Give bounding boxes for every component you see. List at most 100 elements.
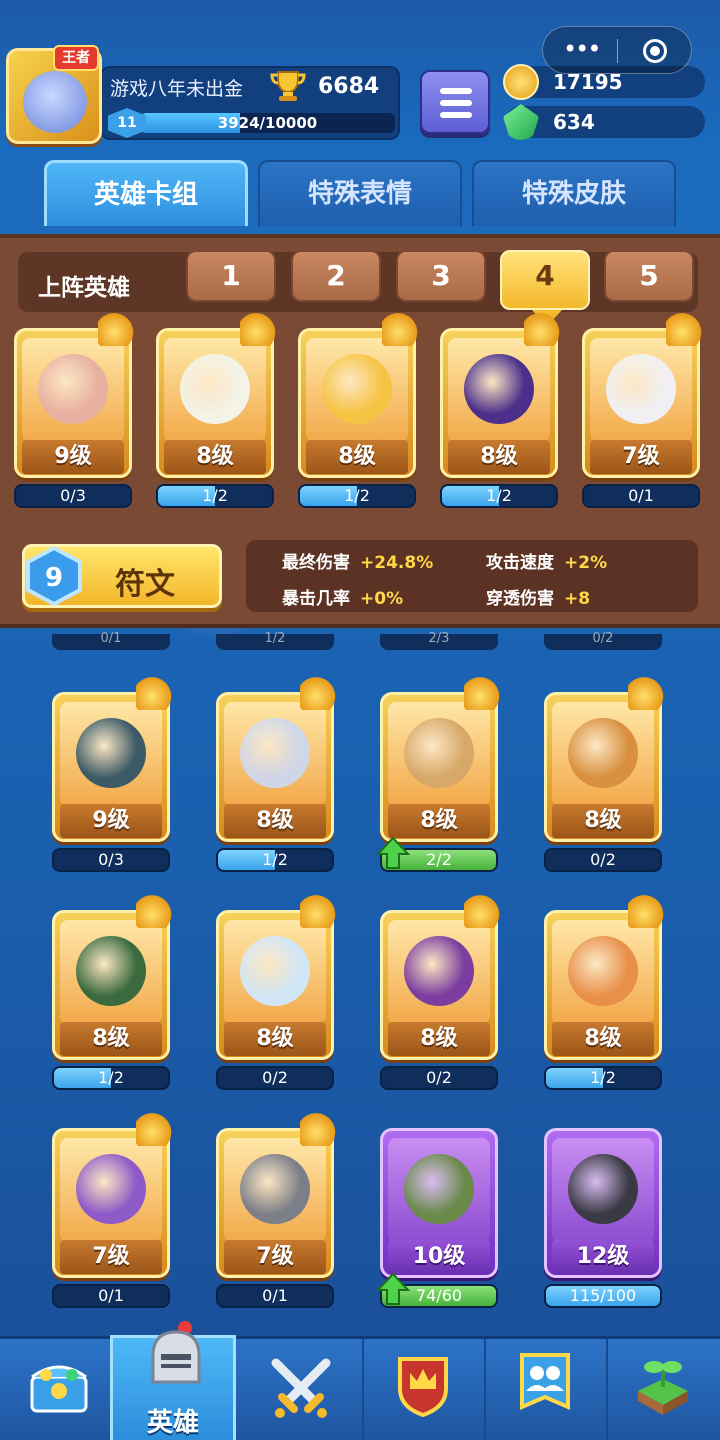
stat-value: +0% <box>360 589 404 609</box>
flame-ornament-icon <box>628 676 668 710</box>
avatar-portrait <box>23 71 87 133</box>
hero-level: 8级 <box>388 1022 490 1056</box>
card-progress-bar: 0/2 <box>216 1066 334 1090</box>
flame-ornament-icon <box>98 312 138 346</box>
knight-helmet-icon <box>151 1321 201 1384</box>
upgrade-arrow-icon <box>375 836 411 870</box>
card-progress-bar: 0/1 <box>582 484 700 508</box>
tab-hero-deck[interactable]: 英雄卡组 <box>44 160 248 226</box>
xp-text: 3924/10000 <box>217 114 318 132</box>
progress-text: 1/2 <box>344 486 370 505</box>
progress-text: 1/2 <box>262 850 288 869</box>
hero-level: 8级 <box>60 1022 162 1056</box>
menu-button[interactable] <box>420 70 490 134</box>
tab-special-emotes[interactable]: 特殊表情 <box>258 160 462 226</box>
nav-label: 英雄 <box>146 1408 199 1438</box>
crossed-swords-icon <box>271 1358 331 1418</box>
capsule-divider <box>617 39 618 63</box>
card-progress-bar: 0/3 <box>52 848 170 872</box>
progress-text: 0/1 <box>628 486 654 505</box>
card-progress-bar: 1/2 <box>544 1066 662 1090</box>
nav-rank[interactable] <box>364 1339 486 1440</box>
nav-battle[interactable] <box>242 1339 364 1440</box>
svg-text:9: 9 <box>45 563 63 593</box>
stat-value: +8 <box>564 589 591 609</box>
hero-portrait <box>568 718 638 788</box>
progress-text: 0/2 <box>262 1068 288 1087</box>
collection-hero-card[interactable]: 12级 <box>538 1112 668 1278</box>
deck-slot-4[interactable]: 4 <box>500 250 590 326</box>
flame-ornament-icon <box>464 894 504 928</box>
collection-hero-card[interactable]: 10级 <box>374 1112 504 1278</box>
deck-hero-card[interactable]: 8级 <box>150 312 280 478</box>
hero-portrait <box>606 354 676 424</box>
nav-garden[interactable] <box>608 1339 720 1440</box>
progress-text: 0/2 <box>590 850 616 869</box>
nav-social[interactable] <box>486 1339 608 1440</box>
hero-portrait <box>322 354 392 424</box>
deck-slot-1[interactable]: 1 <box>186 250 276 302</box>
card-progress-bar: 1/2 <box>440 484 558 508</box>
partial-progress: 0/1 <box>52 632 170 650</box>
gem-value: 634 <box>553 110 595 134</box>
player-avatar[interactable]: 王者 <box>6 45 102 144</box>
deck-slot-3[interactable]: 3 <box>396 250 486 302</box>
collection-hero-card[interactable]: 7级 <box>210 1112 340 1278</box>
flame-ornament-icon <box>666 312 706 346</box>
stat-penetration-damage: 穿透伤害 +8 <box>486 584 590 609</box>
partial-progress: 0/2 <box>544 632 662 650</box>
hero-level: 8级 <box>388 804 490 838</box>
flame-ornament-icon <box>300 894 340 928</box>
deck-hero-card[interactable]: 8级 <box>434 312 564 478</box>
collection-hero-card[interactable]: 8级 <box>46 894 176 1060</box>
tab-special-skins[interactable]: 特殊皮肤 <box>472 160 676 226</box>
stat-label: 暴击几率 <box>282 589 350 609</box>
hero-level: 8级 <box>552 804 654 838</box>
card-progress-bar: 0/1 <box>216 1284 334 1308</box>
card-progress-bar: 1/2 <box>156 484 274 508</box>
collection-hero-card[interactable]: 9级 <box>46 676 176 842</box>
hero-portrait <box>76 718 146 788</box>
collection-hero-card[interactable]: 8级 <box>210 676 340 842</box>
progress-text: 1/2 <box>98 1068 124 1087</box>
gold-coin-icon <box>503 64 539 100</box>
player-name: 游戏八年未出金 <box>110 78 244 100</box>
close-circle-icon[interactable] <box>643 39 667 63</box>
more-dots-icon[interactable]: ••• <box>563 35 601 63</box>
card-progress-bar: 115/100 <box>544 1284 662 1308</box>
flame-ornament-icon <box>240 312 280 346</box>
collection-hero-card[interactable]: 8级 <box>374 894 504 1060</box>
progress-text: 0/3 <box>98 850 124 869</box>
collection-hero-card[interactable]: 8级 <box>538 894 668 1060</box>
deck-slot-2[interactable]: 2 <box>291 250 381 302</box>
hero-level: 9级 <box>22 440 124 474</box>
flame-ornament-icon <box>464 676 504 710</box>
hero-portrait <box>180 354 250 424</box>
gem-counter[interactable]: 634 <box>503 104 705 140</box>
progress-text: 0/3 <box>60 486 86 505</box>
flame-ornament-icon <box>628 894 668 928</box>
nav-heroes[interactable]: 英雄 <box>110 1321 236 1440</box>
hero-level: 12级 <box>552 1240 654 1274</box>
sprout-icon <box>638 1361 688 1415</box>
collection-hero-card[interactable]: 8级 <box>374 676 504 842</box>
deck-label: 上阵英雄 <box>38 275 130 301</box>
deck-slot-5[interactable]: 5 <box>604 250 694 302</box>
treasure-chest-icon <box>30 1365 88 1413</box>
card-progress-bar: 0/3 <box>14 484 132 508</box>
bottom-nav: 英雄 <box>0 1321 720 1440</box>
hamburger-line <box>440 112 472 118</box>
deck-hero-card[interactable]: 9级 <box>8 312 138 478</box>
nav-shop[interactable] <box>0 1339 122 1440</box>
collection-hero-card[interactable]: 8级 <box>538 676 668 842</box>
deck-hero-card[interactable]: 8级 <box>292 312 422 478</box>
deck-hero-card[interactable]: 7级 <box>576 312 706 478</box>
progress-text: 1/2 <box>590 1068 616 1087</box>
hero-level: 7级 <box>590 440 692 474</box>
hero-portrait <box>568 1154 638 1224</box>
collection-hero-card[interactable]: 7级 <box>46 1112 176 1278</box>
stat-label: 穿透伤害 <box>486 589 554 609</box>
collection-hero-card[interactable]: 8级 <box>210 894 340 1060</box>
stat-crit-chance: 暴击几率 +0% <box>282 584 403 609</box>
hero-portrait <box>240 718 310 788</box>
